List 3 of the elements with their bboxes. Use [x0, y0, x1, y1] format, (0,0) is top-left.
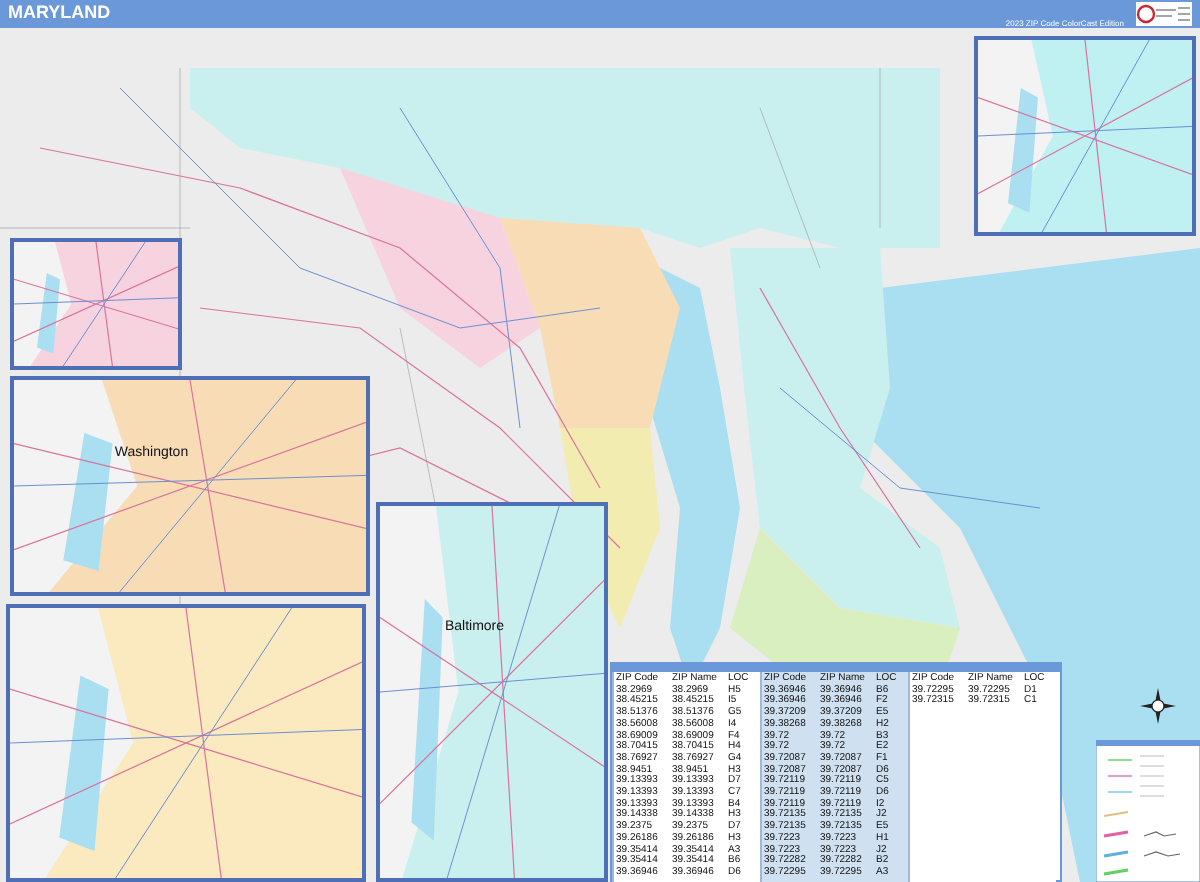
logo-icon	[1136, 2, 1192, 26]
compass-icon	[1140, 688, 1176, 724]
map-title: MARYLAND	[8, 0, 111, 24]
